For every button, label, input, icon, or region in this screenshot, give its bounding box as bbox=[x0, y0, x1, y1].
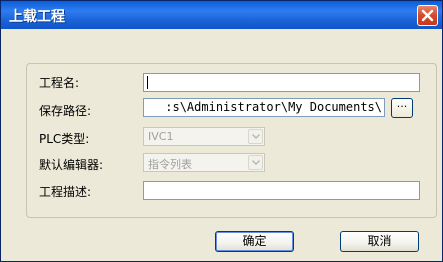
chevron-down-icon bbox=[252, 160, 260, 165]
chevron-down-icon bbox=[252, 134, 260, 139]
save-path-input[interactable]: :s\Administrator\My Documents\ bbox=[143, 98, 385, 117]
plc-type-dropdown-button[interactable] bbox=[248, 129, 263, 144]
plc-type-value: IVC1 bbox=[148, 130, 174, 143]
plc-type-select[interactable]: IVC1 bbox=[143, 127, 265, 146]
project-name-input[interactable] bbox=[143, 73, 420, 92]
description-label: 工程描述: bbox=[39, 185, 92, 199]
description-input[interactable] bbox=[143, 181, 420, 200]
ok-button[interactable]: 确定 bbox=[215, 231, 294, 252]
save-path-label: 保存路径: bbox=[39, 104, 92, 118]
default-editor-dropdown-button[interactable] bbox=[248, 155, 263, 170]
project-name-label: 工程名: bbox=[39, 76, 80, 90]
browse-button[interactable]: ··· bbox=[391, 98, 413, 118]
plc-type-label: PLC类型: bbox=[39, 132, 90, 146]
title-bar[interactable]: 上载工程 bbox=[1, 1, 442, 29]
default-editor-value: 指令列表 bbox=[148, 158, 192, 171]
text-caret bbox=[147, 76, 148, 89]
default-editor-label: 默认编辑器: bbox=[39, 158, 104, 172]
dialog-title: 上载工程 bbox=[9, 9, 65, 25]
close-button[interactable] bbox=[417, 5, 438, 26]
upload-project-dialog: 上载工程 工程名: 保存路径: :s\Administrator\My Docu… bbox=[0, 0, 443, 262]
close-icon bbox=[421, 9, 434, 22]
default-editor-select[interactable]: 指令列表 bbox=[143, 153, 265, 172]
cancel-button[interactable]: 取消 bbox=[340, 231, 419, 252]
save-path-value: :s\Administrator\My Documents\ bbox=[165, 100, 382, 114]
